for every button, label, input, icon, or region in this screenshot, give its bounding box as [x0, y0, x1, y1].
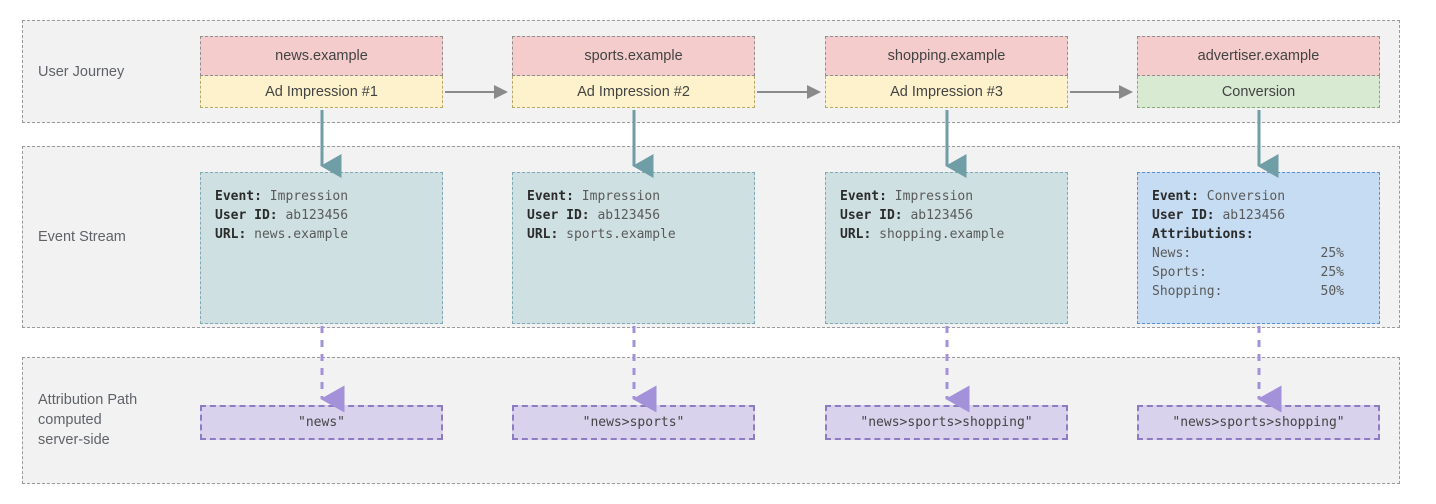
event-value: Conversion [1206, 189, 1286, 204]
event-line: Event: Impression [840, 187, 1053, 206]
journey-site-label: shopping.example [825, 36, 1068, 76]
event-key: User ID: [527, 208, 590, 223]
attribution-row: News: 25% [1152, 244, 1344, 263]
attribution-path-box: "news>sports" [512, 405, 755, 440]
journey-action-label: Conversion [1137, 76, 1380, 108]
event-line: Event: Impression [527, 187, 740, 206]
event-key: Event: [527, 189, 574, 204]
swimlane-label-attribution-path: Attribution Path computed server-side [38, 392, 138, 448]
attribution-path-box: "news>sports>shopping" [1137, 405, 1380, 440]
event-card: Event: Impression User ID: ab123456 URL:… [200, 172, 443, 324]
event-line: User ID: ab123456 [840, 206, 1053, 225]
journey-card: advertiser.example Conversion [1137, 36, 1380, 108]
event-line: User ID: ab123456 [1152, 206, 1365, 225]
event-key: User ID: [840, 208, 903, 223]
attribution-name: Shopping: [1152, 284, 1223, 299]
attribution-path-box: "news>sports>shopping" [825, 405, 1068, 440]
attribution-flow-diagram: User Journey Event Stream Attribution Pa… [0, 0, 1436, 504]
event-key: Attributions: [1152, 227, 1254, 242]
attribution-name: News: [1152, 246, 1192, 261]
event-value: shopping.example [879, 227, 1005, 242]
event-value: Impression [269, 189, 349, 204]
event-line: Event: Conversion [1152, 187, 1365, 206]
attribution-value: 25% [1320, 265, 1344, 280]
event-key: Event: [215, 189, 262, 204]
event-value: Impression [894, 189, 974, 204]
event-line: URL: shopping.example [840, 225, 1053, 244]
attribution-value: 25% [1320, 246, 1344, 261]
event-value: sports.example [566, 227, 676, 242]
event-line: URL: sports.example [527, 225, 740, 244]
journey-site-label: advertiser.example [1137, 36, 1380, 76]
attribution-row: Sports: 25% [1152, 263, 1344, 282]
journey-action-label: Ad Impression #2 [512, 76, 755, 108]
event-line: User ID: ab123456 [527, 206, 740, 225]
event-key: URL: [215, 227, 247, 242]
event-value: Impression [581, 189, 661, 204]
swimlane-label-event-stream: Event Stream [38, 229, 126, 245]
event-value: ab123456 [285, 208, 349, 223]
event-key: Event: [1152, 189, 1199, 204]
event-key: User ID: [215, 208, 278, 223]
event-value: ab123456 [910, 208, 974, 223]
event-key: URL: [527, 227, 559, 242]
journey-site-label: sports.example [512, 36, 755, 76]
event-card-conversion: Event: Conversion User ID: ab123456 Attr… [1137, 172, 1380, 324]
event-key: URL: [840, 227, 872, 242]
journey-card: news.example Ad Impression #1 [200, 36, 443, 108]
event-value: news.example [254, 227, 349, 242]
attribution-row: Shopping: 50% [1152, 282, 1344, 301]
event-key: Event: [840, 189, 887, 204]
event-value: ab123456 [1222, 208, 1286, 223]
event-line: Attributions: [1152, 225, 1365, 244]
attribution-path-box: "news" [200, 405, 443, 440]
journey-site-label: news.example [200, 36, 443, 76]
event-line: Event: Impression [215, 187, 428, 206]
event-key: User ID: [1152, 208, 1215, 223]
journey-action-label: Ad Impression #3 [825, 76, 1068, 108]
event-line: URL: news.example [215, 225, 428, 244]
journey-action-label: Ad Impression #1 [200, 76, 443, 108]
attribution-name: Sports: [1152, 265, 1207, 280]
attribution-value: 50% [1320, 284, 1344, 299]
swimlane-label-user-journey: User Journey [38, 64, 125, 80]
event-card: Event: Impression User ID: ab123456 URL:… [825, 172, 1068, 324]
event-line: User ID: ab123456 [215, 206, 428, 225]
event-card: Event: Impression User ID: ab123456 URL:… [512, 172, 755, 324]
event-value: ab123456 [597, 208, 661, 223]
journey-card: sports.example Ad Impression #2 [512, 36, 755, 108]
journey-card: shopping.example Ad Impression #3 [825, 36, 1068, 108]
